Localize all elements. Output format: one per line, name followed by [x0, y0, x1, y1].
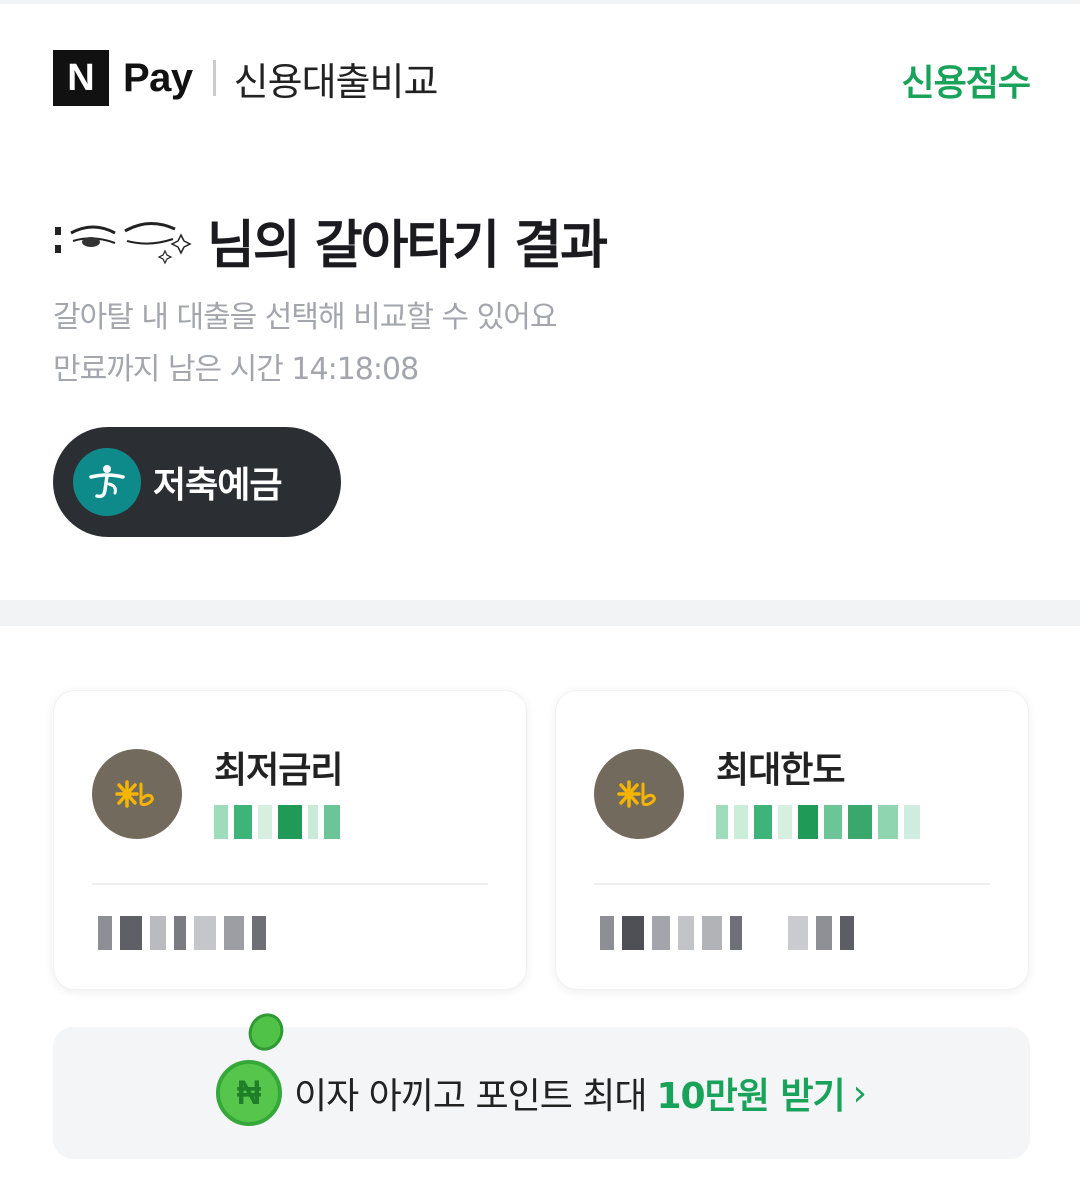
kb-bank-icon	[594, 749, 684, 839]
promo-text: 이자 아끼고 포인트 최대	[293, 1076, 648, 1117]
pay-logo-text: Pay	[123, 55, 193, 100]
timer-value: 14:18:08	[291, 352, 419, 387]
top-edge	[0, 0, 1080, 4]
eyes-sticker-icon	[55, 222, 192, 265]
npay-point-coin-icon: ₦	[215, 1060, 282, 1126]
blurred-limit-value	[716, 803, 920, 841]
credit-score-link[interactable]: 신용점수	[902, 54, 1031, 106]
page-subtitle: 갈아탈 내 대출을 선택해 비교할 수 있어요	[53, 300, 557, 335]
hana-bank-icon	[73, 448, 141, 516]
header: N Pay 신용대출비교 신용점수	[53, 50, 1031, 106]
small-coin-icon	[242, 1007, 290, 1057]
header-divider	[212, 60, 216, 96]
selected-loan-label: 저축예금	[153, 465, 282, 506]
selected-loan-chip[interactable]: 저축예금	[53, 427, 341, 537]
service-title: 신용대출비교	[233, 59, 439, 104]
card-title: 최저금리	[214, 750, 343, 791]
kb-bank-icon	[92, 749, 182, 839]
result-title-row: 님의 갈아타기 결과	[53, 208, 608, 276]
blurred-rate-value	[214, 803, 340, 841]
card-title: 최대한도	[716, 750, 845, 791]
points-promo-banner[interactable]: ₦ 이자 아끼고 포인트 최대 10만원 받기 ›	[53, 1007, 1030, 1159]
expiry-timer: 만료까지 남은 시간 14:18:08	[53, 344, 419, 388]
blurred-product-name	[600, 913, 854, 953]
card-separator	[594, 883, 990, 885]
timer-label: 만료까지 남은 시간	[53, 352, 284, 387]
chevron-right-icon: ›	[852, 1072, 868, 1114]
npay-logo: N Pay 신용대출비교	[53, 50, 439, 106]
promo-highlight: 10만원 받기	[656, 1076, 846, 1117]
naver-n-icon: N	[53, 50, 109, 106]
blurred-product-name	[98, 913, 266, 953]
page-title: 님의 갈아타기 결과	[207, 215, 608, 276]
card-separator	[92, 883, 488, 885]
section-divider	[0, 600, 1080, 626]
lowest-rate-card[interactable]: 최저금리	[53, 690, 527, 990]
max-limit-card[interactable]: 최대한도	[555, 690, 1029, 990]
masked-username-sticker	[53, 211, 203, 269]
